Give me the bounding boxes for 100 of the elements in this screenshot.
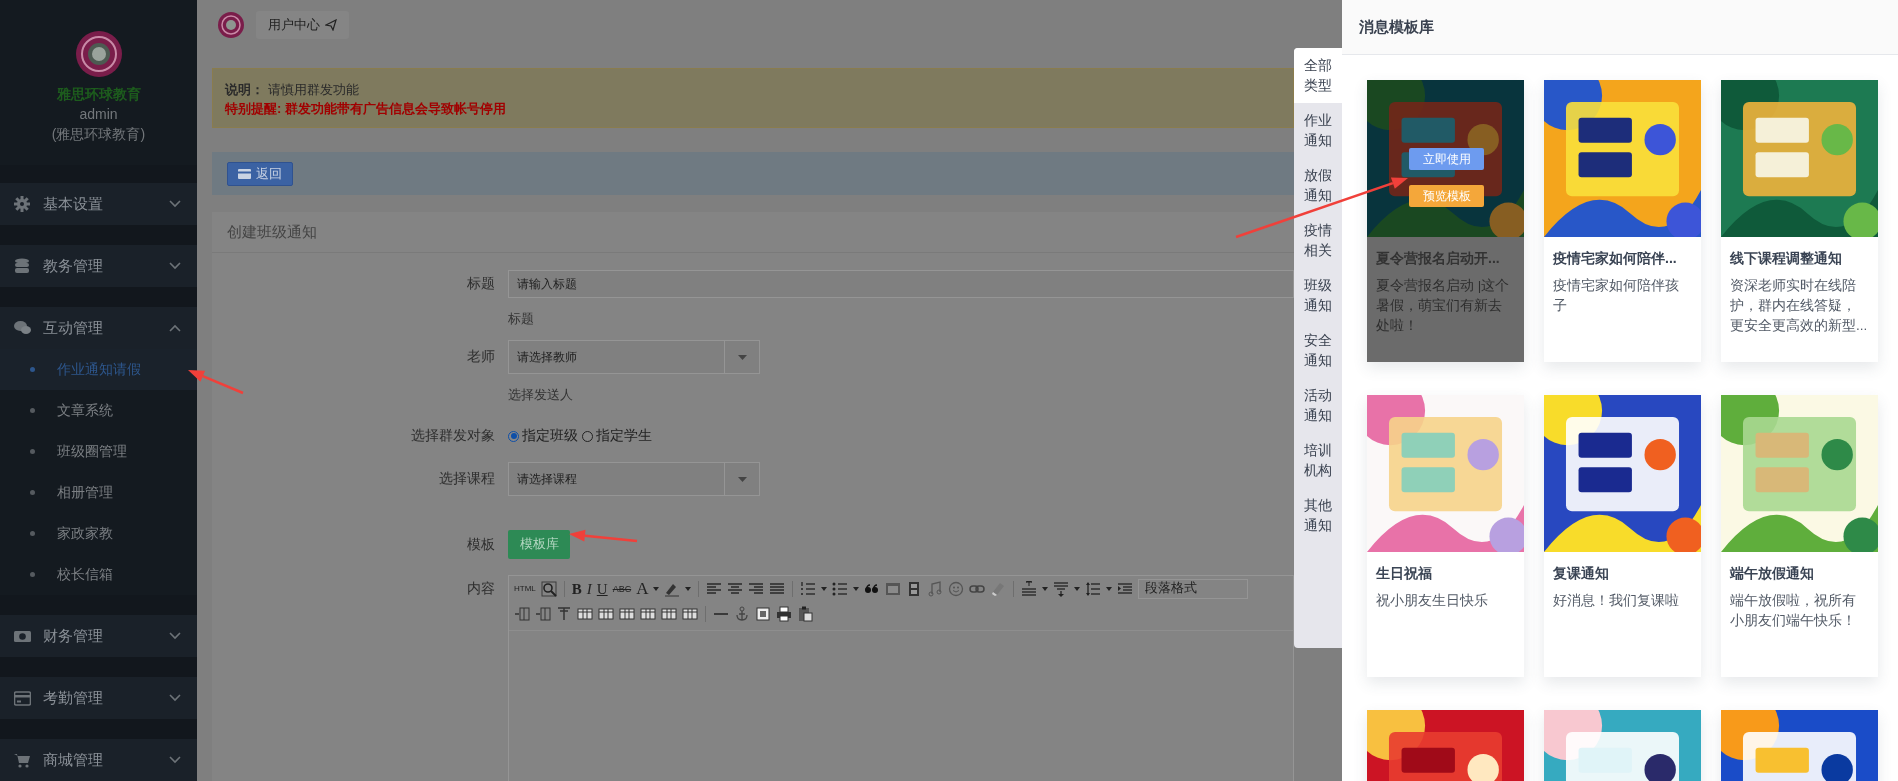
radio-option[interactable]: 指定班级: [508, 427, 578, 445]
insert-column-icon[interactable]: [514, 605, 530, 622]
table-icon[interactable]: [682, 605, 698, 622]
paste-icon[interactable]: [797, 605, 813, 622]
card-title: 创建班级通知: [212, 212, 1294, 253]
logo: [74, 30, 123, 78]
toolbar-button[interactable]: ABC: [612, 579, 632, 598]
music-icon[interactable]: [927, 580, 944, 597]
select-field[interactable]: 请选择教师: [508, 340, 760, 374]
table-icon[interactable]: [577, 605, 593, 622]
radio-option[interactable]: 指定学生: [582, 427, 652, 445]
field-label: 选择群发对象: [410, 427, 495, 445]
chevron-icon: [169, 200, 181, 208]
chevron-icon: [169, 632, 181, 640]
toolbar-button[interactable]: A: [636, 579, 649, 598]
brand-name: 雅思环球教育: [56, 85, 141, 104]
format-select[interactable]: 段落格式: [1138, 578, 1249, 599]
card-description: 祝小朋友生日快乐: [1376, 592, 1489, 610]
caret-icon: [737, 354, 747, 360]
chevron-icon: [169, 756, 181, 764]
category-tab[interactable]: 作业通知: [1294, 103, 1342, 158]
warning-text: 特别提醒: 群发功能带有广告信息会导致帐号停用: [225, 100, 506, 118]
back-button[interactable]: 返回: [227, 161, 293, 186]
template-card[interactable]: 线下课程调整通知 资深老师实时在线陪护，群内在线答疑，更安全更高效的新型...: [1721, 80, 1878, 362]
menu-item[interactable]: 考勤管理: [0, 677, 197, 719]
indent-icon[interactable]: [1117, 580, 1134, 597]
category-tab[interactable]: 班级通知: [1294, 268, 1342, 323]
drawer-title: 消息模板库: [1342, 0, 1898, 55]
emoji-icon[interactable]: [948, 580, 965, 597]
row-spacing-top-icon[interactable]: [1021, 580, 1038, 597]
card-title: 疫情宅家如何陪伴...: [1553, 249, 1678, 268]
image-icon[interactable]: [885, 580, 902, 597]
insert-column-icon[interactable]: [535, 605, 551, 622]
line-height-icon[interactable]: [1085, 580, 1102, 597]
category-tab[interactable]: 疫情相关: [1294, 213, 1342, 268]
menu-item[interactable]: 财务管理: [0, 615, 197, 657]
rich-text-editor[interactable]: HTML B I U ABC A 段落格式: [508, 575, 1294, 781]
category-tab[interactable]: 其他通知: [1294, 488, 1342, 543]
select-field[interactable]: 请选择课程: [508, 462, 760, 496]
bullet-list-icon[interactable]: [832, 580, 849, 597]
use-button[interactable]: 立即使用: [1409, 148, 1484, 170]
caret-icon: [1074, 586, 1081, 591]
table-icon[interactable]: [640, 605, 656, 622]
category-tab[interactable]: 活动通知: [1294, 378, 1342, 433]
toolbar-button[interactable]: I: [586, 579, 592, 598]
card-title: 端午放假通知: [1730, 564, 1815, 583]
table-icon[interactable]: [661, 605, 677, 622]
template-card[interactable]: 立即使用 预览模板 夏令营报名启动开... 夏令营报名启动 |这个暑假，萌宝们有新去处啦！: [1367, 80, 1524, 362]
category-tab[interactable]: 放假通知: [1294, 158, 1342, 213]
card-description: 好消息！我们复课啦: [1553, 592, 1680, 610]
category-tab[interactable]: 全部类型: [1294, 48, 1342, 103]
split-cell-icon[interactable]: [556, 605, 572, 622]
annotation-arrow: [188, 370, 244, 395]
table-icon[interactable]: [598, 605, 614, 622]
organization-name: (雅思环球教育): [51, 125, 146, 144]
category-tab[interactable]: 培训机构: [1294, 433, 1342, 488]
toolbar-button[interactable]: B: [571, 579, 582, 598]
preview-icon[interactable]: [540, 580, 557, 597]
numbered-list-icon[interactable]: [800, 580, 817, 597]
user-name: admin: [79, 105, 118, 124]
menu-item[interactable]: 商城管理: [0, 739, 197, 781]
field-label: 选择课程: [438, 470, 495, 488]
category-tab[interactable]: 安全通知: [1294, 323, 1342, 378]
menu-item[interactable]: 基本设置: [0, 183, 197, 225]
caret-icon: [853, 586, 860, 591]
table-icon[interactable]: [619, 605, 635, 622]
anchor-icon[interactable]: [734, 605, 750, 622]
field-label: 模板: [466, 535, 495, 554]
title-input[interactable]: 请输入标题: [508, 270, 1294, 298]
card-title: 夏令营报名启动开...: [1376, 249, 1501, 268]
toolbar-button[interactable]: U: [596, 579, 608, 598]
card-description: 资深老师实时在线陪护，群内在线答疑，更安全更高效的新型...: [1730, 277, 1869, 335]
send-icon: [325, 19, 337, 31]
justify-icon[interactable]: [769, 580, 786, 597]
align-center-icon[interactable]: [727, 580, 744, 597]
eraser-icon[interactable]: [990, 580, 1007, 597]
field-label: 老师: [466, 348, 495, 366]
template-card[interactable]: 疫情宅家如何陪伴... 疫情宅家如何陪伴孩子: [1544, 80, 1701, 362]
align-left-icon[interactable]: [706, 580, 723, 597]
template-card[interactable]: 生日祝福 祝小朋友生日快乐: [1367, 395, 1524, 677]
help-text: 标题: [508, 310, 534, 328]
template-library-button[interactable]: 模板库: [508, 530, 570, 559]
chevron-icon: [169, 694, 181, 702]
printer-icon[interactable]: [776, 605, 792, 622]
avatar: [218, 12, 244, 38]
user-center-button[interactable]: 用户中心: [256, 11, 349, 39]
card-title: 生日祝福: [1376, 564, 1433, 583]
notice-text: 说明： 请慎用群发功能: [225, 81, 359, 99]
image-frame-icon[interactable]: [755, 605, 771, 622]
card-description: 疫情宅家如何陪伴孩子: [1553, 277, 1680, 315]
caret-icon: [653, 586, 660, 591]
card-icon: [14, 690, 31, 706]
menu-item[interactable]: 教务管理: [0, 245, 197, 287]
template-card[interactable]: 复课通知 好消息！我们复课啦: [1544, 395, 1701, 677]
template-card[interactable]: 端午放假通知 端午放假啦，祝所有小朋友们端午快乐！: [1721, 395, 1878, 677]
align-right-icon[interactable]: [748, 580, 765, 597]
toolbar-button[interactable]: HTML: [514, 579, 536, 598]
row-spacing-bottom-icon[interactable]: [1053, 580, 1070, 597]
menu-item[interactable]: 互动管理: [0, 307, 197, 349]
card-icon: [238, 168, 251, 179]
